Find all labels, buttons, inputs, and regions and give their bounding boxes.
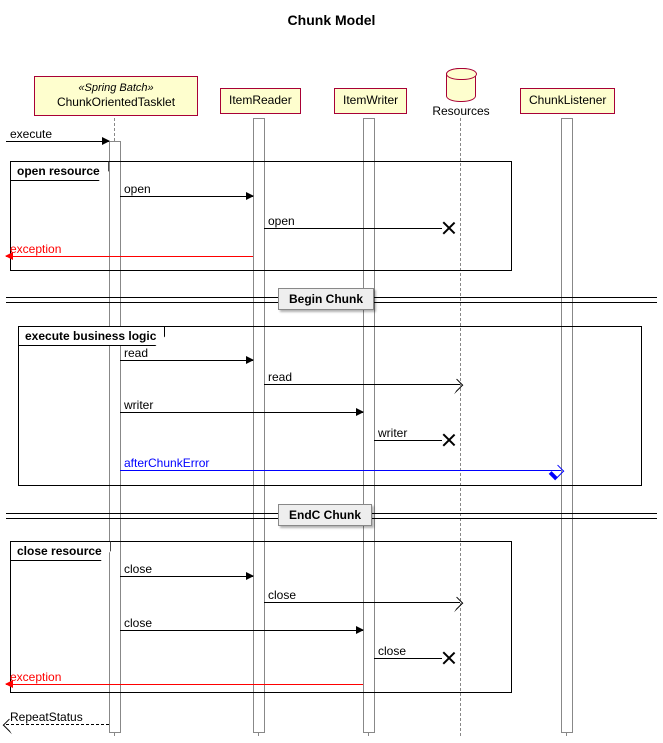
msg-label: close [268,588,296,602]
msg-open-resources: open [264,228,452,242]
diagram-title: Chunk Model [0,0,663,36]
msg-close: close [120,576,253,590]
destroy-icon [442,651,456,665]
msg-after-chunk-error: afterChunkError [120,470,561,484]
stereotype-label: «Spring Batch» [43,81,189,95]
participant-listener: ChunkListener [520,88,615,114]
msg-close-writer-res: close [374,658,452,672]
msg-writer: writer [120,412,363,426]
msg-label: exception [10,242,61,256]
msg-read: read [120,360,253,374]
group-open-resource: open resource [10,161,512,271]
msg-label: open [124,182,151,196]
divider-label: Begin Chunk [278,288,374,310]
destroy-icon [442,221,456,235]
msg-label: writer [124,398,153,412]
msg-close-writer: close [120,630,363,644]
group-label: close resource [10,541,111,561]
msg-close-res: close [264,602,460,616]
msg-label: open [268,214,295,228]
msg-label: read [268,370,292,384]
msg-label: close [124,616,152,630]
group-label: open resource [10,161,109,181]
msg-open: open [120,196,253,210]
msg-read-res: read [264,384,460,398]
participant-reader: ItemReader [220,88,301,114]
participant-tasklet: «Spring Batch» ChunkOrientedTasklet [34,76,198,116]
msg-label: execute [10,127,52,141]
divider-end: EndC Chunk [0,504,663,528]
group-label: execute business logic [18,326,165,346]
participant-writer: ItemWriter [334,88,407,114]
participant-resources: Resources [428,68,494,118]
msg-label: RepeatStatus [10,710,83,724]
msg-label: exception [10,670,61,684]
participant-name: Resources [428,104,494,118]
msg-label: close [124,562,152,576]
msg-exception2: exception [6,684,363,698]
sequence-diagram: «Spring Batch» ChunkOrientedTasklet Item… [0,36,663,736]
msg-label: afterChunkError [124,456,209,470]
msg-writer-res: writer [374,440,452,454]
divider-begin: Begin Chunk [0,288,663,312]
database-icon [446,68,476,102]
msg-label: writer [378,426,407,440]
msg-exception: exception [6,256,253,270]
destroy-icon [442,433,456,447]
msg-execute: execute [6,141,109,155]
msg-label: read [124,346,148,360]
group-execute-logic: execute business logic [18,326,642,486]
divider-label: EndC Chunk [278,504,372,526]
msg-repeat-status: RepeatStatus [6,724,109,738]
msg-label: close [378,644,406,658]
participant-name: ChunkOrientedTasklet [43,95,189,111]
